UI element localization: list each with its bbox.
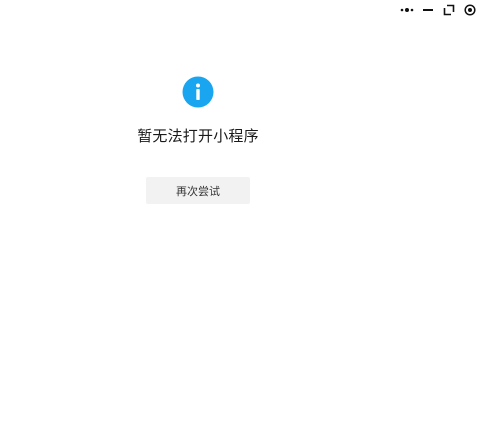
window-controls <box>394 2 478 18</box>
minimize-button[interactable] <box>420 2 436 18</box>
close-button[interactable] <box>462 2 478 18</box>
retry-button[interactable]: 再次尝试 <box>146 177 250 204</box>
restore-button[interactable] <box>441 2 457 18</box>
restore-icon <box>443 4 455 16</box>
info-icon <box>182 76 214 108</box>
mini-program-window: 暂无法打开小程序 再次尝试 <box>0 0 480 428</box>
error-content: 暂无法打开小程序 再次尝试 <box>0 0 396 428</box>
error-message: 暂无法打开小程序 <box>137 127 259 145</box>
more-icon <box>400 8 414 12</box>
close-target-icon <box>464 4 476 16</box>
minimize-icon <box>423 9 433 11</box>
more-options-button[interactable] <box>399 2 415 18</box>
